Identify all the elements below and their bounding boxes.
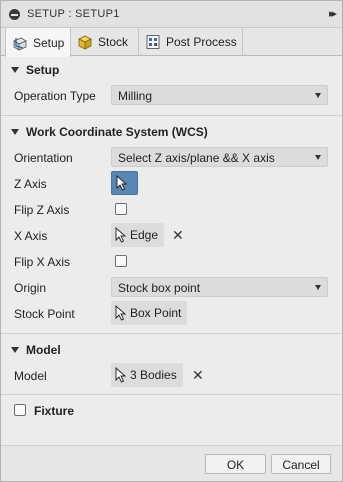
ok-button[interactable]: OK (205, 454, 266, 474)
collapse-triangle-icon[interactable] (11, 347, 19, 353)
operation-type-value: Milling (118, 89, 153, 103)
pointer-cursor-icon (115, 226, 127, 243)
tab-post-process[interactable]: Post Process (139, 28, 243, 56)
model-label: Model (14, 369, 47, 383)
dialog-footer: OK Cancel (1, 445, 342, 481)
flip-x-axis-label: Flip X Axis (14, 255, 71, 269)
collapse-dialog-icon[interactable] (9, 9, 20, 20)
z-axis-label: Z Axis (14, 177, 47, 191)
x-axis-selector[interactable]: Edge (111, 223, 165, 247)
stock-point-selector[interactable]: Box Point (111, 301, 188, 325)
tab-post-process-label: Post Process (166, 35, 237, 49)
chevron-down-icon (315, 155, 321, 160)
flip-z-axis-label: Flip Z Axis (14, 203, 70, 217)
flip-z-axis-checkbox[interactable] (115, 203, 127, 215)
setup-section-header[interactable]: Setup (11, 63, 59, 77)
model-selector[interactable]: 3 Bodies (111, 363, 183, 387)
stock-point-value: Box Point (130, 306, 182, 320)
section-divider (1, 333, 342, 334)
clear-model-icon[interactable]: ✕ (192, 367, 204, 384)
collapse-triangle-icon[interactable] (11, 129, 19, 135)
chevron-down-icon (315, 285, 321, 290)
clear-x-axis-icon[interactable]: ✕ (172, 227, 184, 244)
title-bar[interactable]: SETUP : SETUP1 ▸▸ (1, 1, 342, 28)
post-process-icon (145, 34, 161, 50)
tab-bar: Setup Stock Post Process (1, 28, 342, 57)
z-axis-selector[interactable] (111, 171, 138, 195)
model-section-header[interactable]: Model (11, 343, 61, 357)
orientation-label: Orientation (14, 151, 73, 165)
collapse-triangle-icon[interactable] (11, 67, 19, 73)
section-divider (1, 394, 342, 395)
tab-setup[interactable]: Setup (5, 28, 71, 57)
operation-type-select[interactable]: Milling (111, 85, 328, 105)
x-axis-label: X Axis (14, 229, 48, 243)
origin-value: Stock box point (118, 281, 201, 295)
model-value: 3 Bodies (130, 368, 177, 382)
cancel-button[interactable]: Cancel (271, 454, 331, 474)
wcs-section-header[interactable]: Work Coordinate System (WCS) (11, 125, 208, 139)
origin-label: Origin (14, 281, 47, 295)
flip-x-axis-checkbox[interactable] (115, 255, 127, 267)
setup-icon (12, 35, 28, 51)
tab-setup-label: Setup (33, 35, 65, 50)
fixture-header: Fixture (34, 404, 74, 418)
origin-select[interactable]: Stock box point (111, 277, 328, 297)
section-divider (1, 115, 342, 116)
setup-section-title: Setup (26, 63, 60, 77)
stock-point-label: Stock Point (14, 307, 75, 321)
pointer-cursor-icon (116, 174, 128, 191)
model-section-title: Model (26, 343, 61, 357)
pointer-cursor-icon (115, 366, 127, 383)
chevron-down-icon (315, 93, 321, 98)
orientation-value: Select Z axis/plane && X axis (118, 151, 275, 165)
expand-arrows-icon[interactable]: ▸▸ (329, 7, 337, 20)
setup-dialog: SETUP : SETUP1 ▸▸ Setup Stock Post Proce… (0, 0, 343, 482)
wcs-section-title: Work Coordinate System (WCS) (26, 125, 208, 139)
x-axis-value: Edge (130, 228, 159, 242)
pointer-cursor-icon (115, 304, 127, 321)
dialog-title: SETUP : SETUP1 (27, 8, 120, 20)
tab-stock[interactable]: Stock (71, 28, 139, 56)
orientation-select[interactable]: Select Z axis/plane && X axis (111, 147, 328, 167)
fixture-checkbox[interactable] (14, 404, 26, 416)
operation-type-label: Operation Type (14, 89, 96, 103)
tab-stock-label: Stock (98, 35, 129, 49)
fixture-label: Fixture (34, 404, 75, 418)
stock-box-icon (77, 34, 93, 50)
